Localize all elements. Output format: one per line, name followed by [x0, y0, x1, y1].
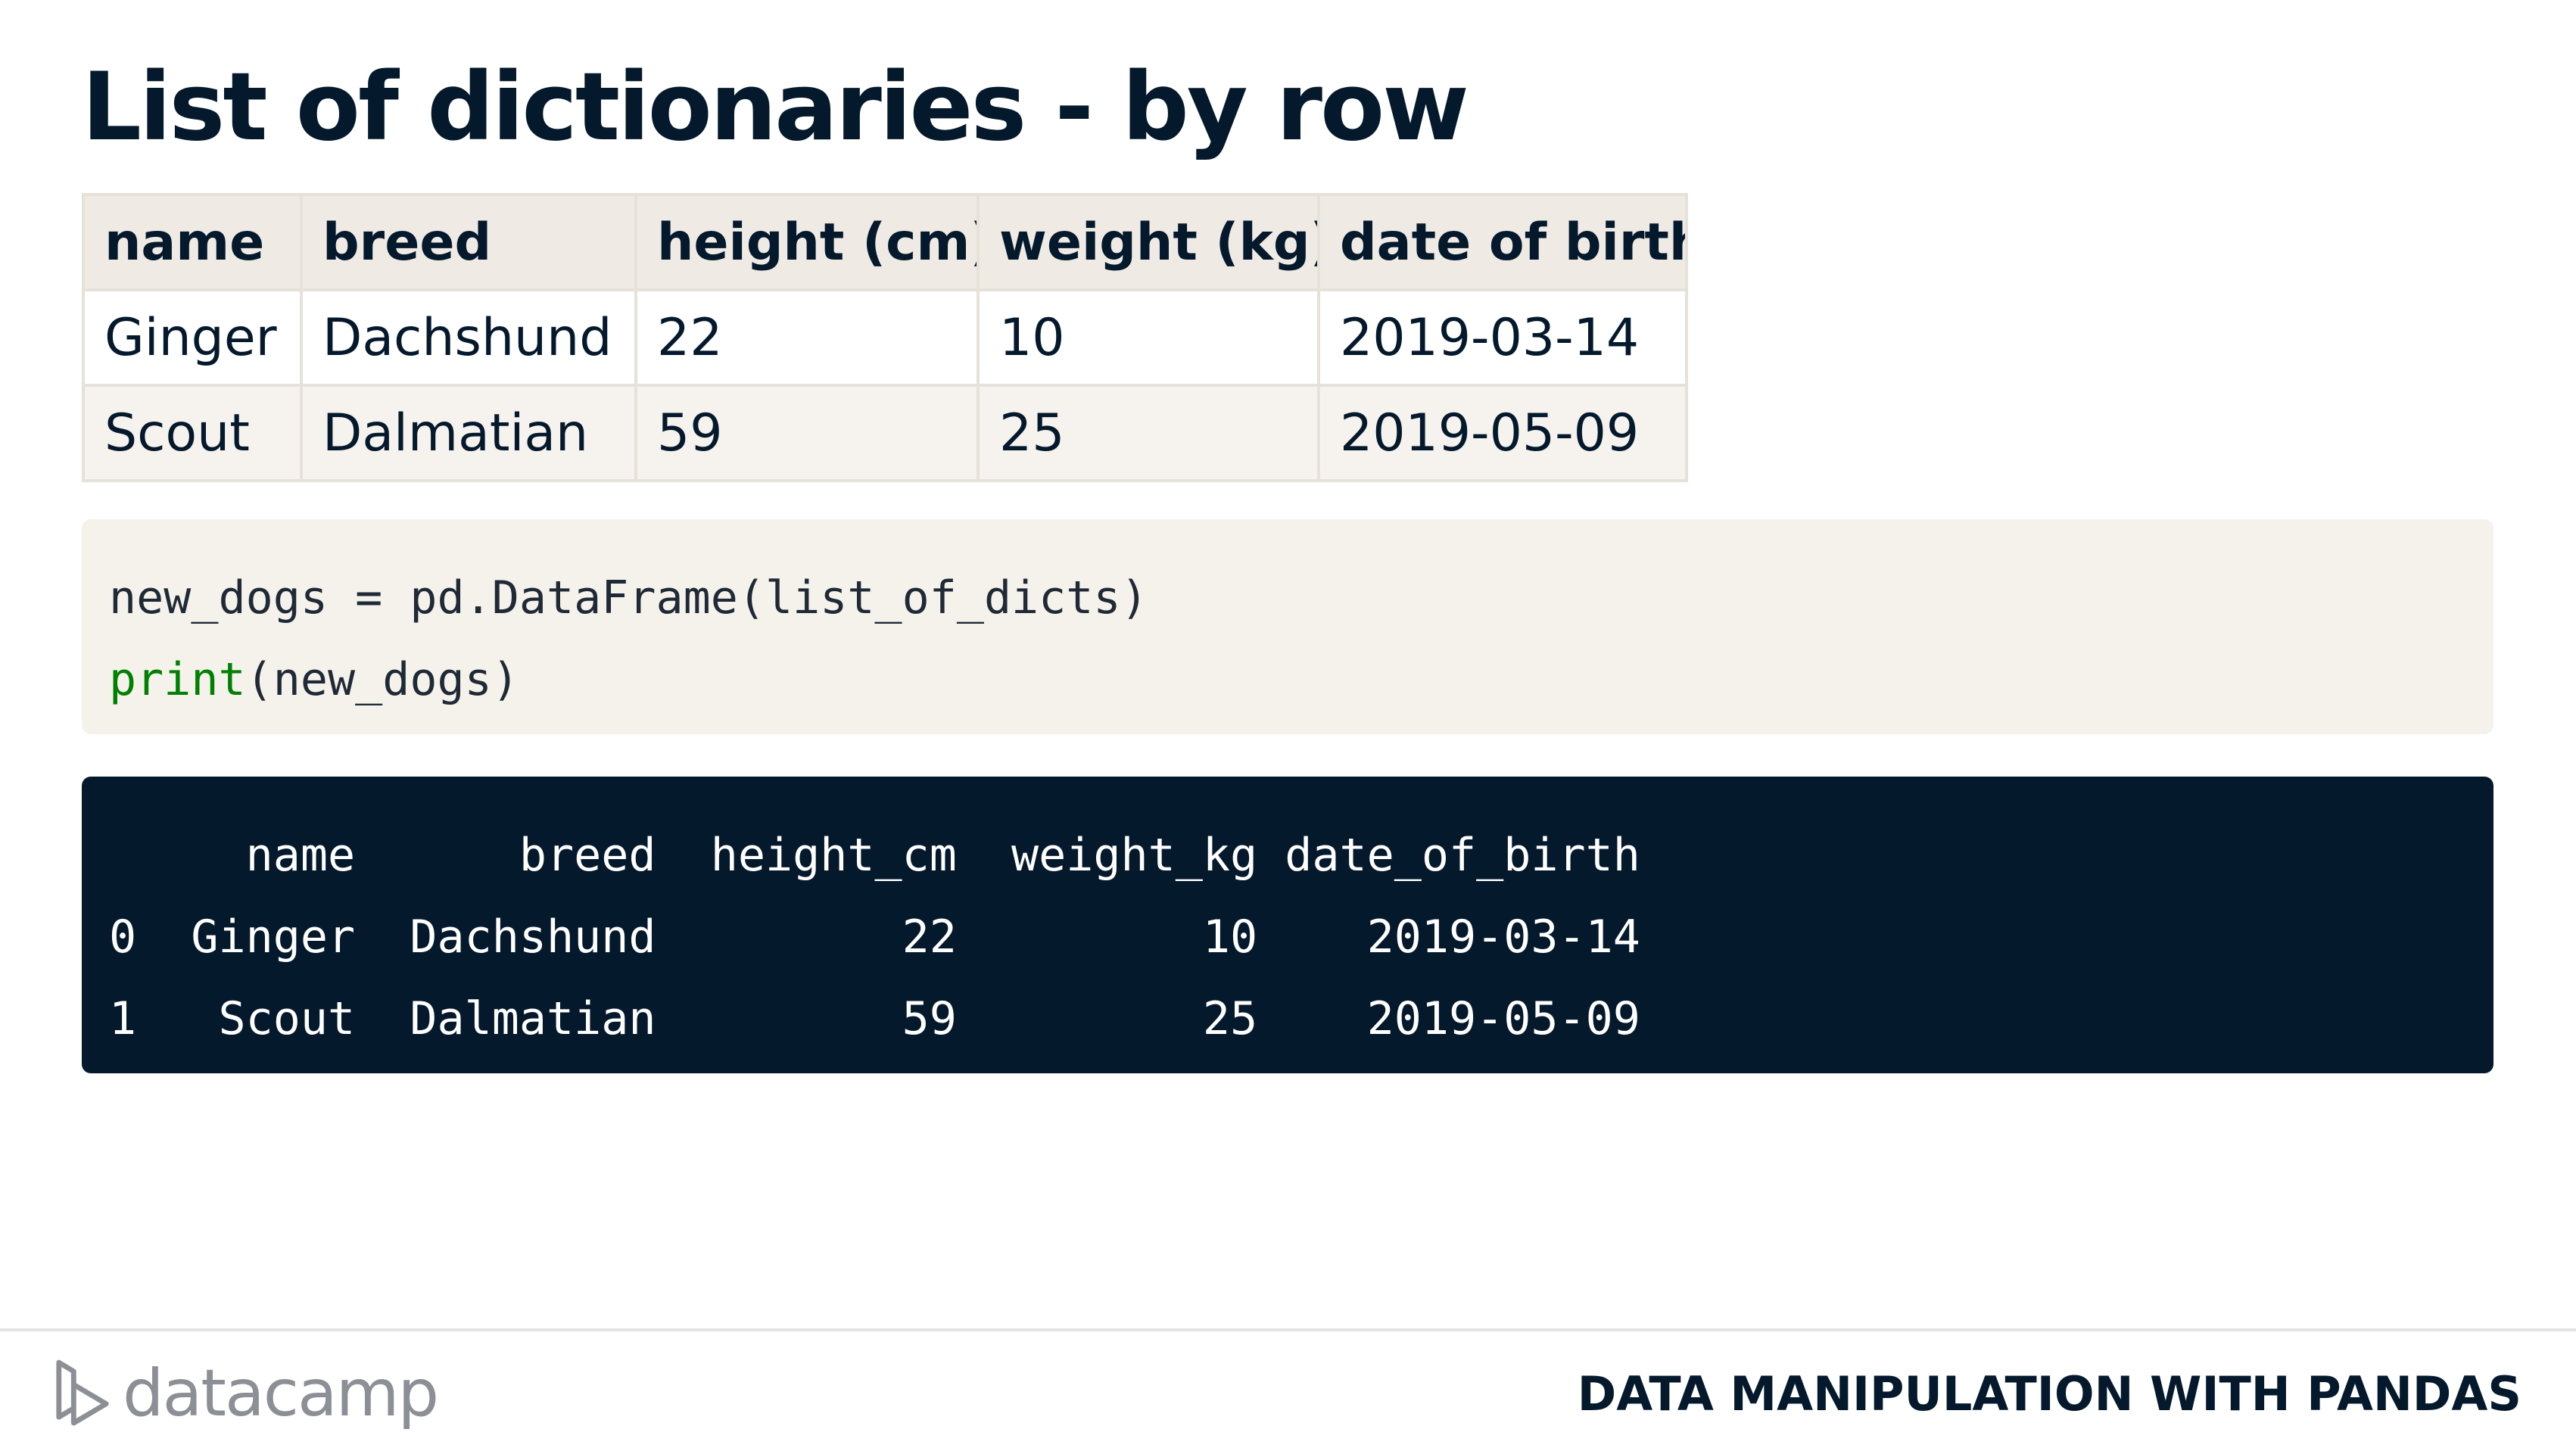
column-header-weight: weight (kg)	[977, 193, 1320, 291]
table-header-row: name breed height (cm) weight (kg) date …	[82, 193, 1688, 291]
table-cell: Scout	[82, 384, 303, 482]
output-header-line: name breed height_cm weight_kg date_of_b…	[109, 829, 1640, 882]
table-cell: 10	[977, 288, 1320, 387]
table-row: Ginger Dachshund 22 10 2019-03-14	[82, 288, 1688, 387]
table-cell: 2019-03-14	[1317, 288, 1688, 387]
table-cell: 25	[977, 384, 1320, 482]
code-block: new_dogs = pd.DataFrame(list_of_dicts) p…	[82, 519, 2493, 734]
table-cell: Dalmatian	[300, 384, 637, 482]
output-line: 0 Ginger Dachshund 22 10 2019-03-14	[109, 911, 1640, 964]
column-header-date-of-birth: date of birth	[1317, 193, 1688, 291]
brand: datacamp	[53, 1352, 439, 1435]
column-header-name: name	[82, 193, 303, 291]
table-cell: Dachshund	[300, 288, 637, 387]
column-header-height: height (cm)	[634, 193, 980, 291]
print-keyword: print	[109, 653, 246, 706]
code-line: new_dogs = pd.DataFrame(list_of_dicts)	[109, 571, 1148, 624]
output-block: name breed height_cm weight_kg date_of_b…	[82, 777, 2493, 1073]
table-cell: Ginger	[82, 288, 303, 387]
table-cell: 22	[634, 288, 980, 387]
datacamp-logo-icon	[56, 1359, 109, 1426]
brand-name: datacamp	[123, 1356, 439, 1431]
footer-divider	[0, 1328, 2576, 1331]
table-cell: 59	[634, 384, 980, 482]
code-line: print(new_dogs)	[109, 639, 2493, 721]
output-line: 1 Scout Dalmatian 59 25 2019-05-09	[109, 992, 1640, 1045]
table-row: Scout Dalmatian 59 25 2019-05-09	[82, 384, 1688, 482]
course-title: DATA MANIPULATION WITH PANDAS	[1577, 1366, 2521, 1421]
code-text: (new_dogs)	[245, 653, 519, 706]
slide-title: List of dictionaries - by row	[82, 53, 1469, 162]
column-header-breed: breed	[300, 193, 637, 291]
table-cell: 2019-05-09	[1317, 384, 1688, 482]
data-table: name breed height (cm) weight (kg) date …	[82, 193, 1688, 482]
